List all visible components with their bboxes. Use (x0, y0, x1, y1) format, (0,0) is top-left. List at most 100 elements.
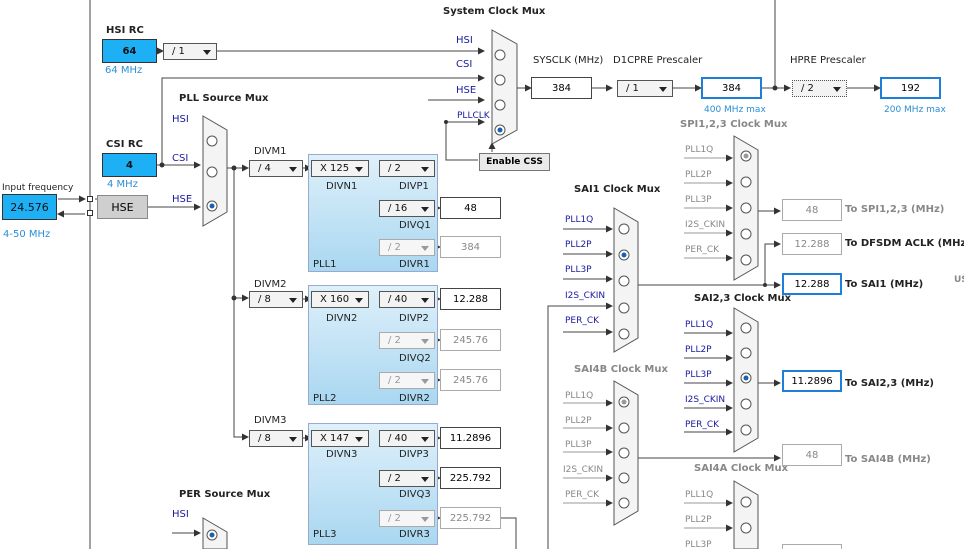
sai4a-clock-mux (733, 480, 759, 549)
sai4b-input-pll3p: PLL3P (565, 440, 592, 450)
divr2-output[interactable]: 245.76 (440, 369, 501, 391)
divq1-output[interactable]: 48 (440, 197, 501, 219)
sai1-input-pll2p: PLL2P (565, 240, 592, 250)
chevron-down-icon (833, 86, 841, 92)
sysmux-input-csi: CSI (456, 59, 473, 70)
sai1-input-pll1q: PLL1Q (565, 215, 594, 225)
pll1-name: PLL1 (313, 259, 337, 270)
divm3-select[interactable]: / 8 (249, 430, 303, 447)
sai4a-input-pll3p: PLL3P (685, 540, 712, 550)
chevron-down-icon (421, 166, 429, 172)
hsi-rc-value[interactable]: 64 (102, 39, 157, 63)
divn2-value: X 160 (320, 294, 350, 305)
spi-output-label: To SPI1,2,3 (MHz) (845, 204, 945, 215)
divm1-label: DIVM1 (254, 146, 287, 157)
spi-input-perck: PER_CK (685, 245, 720, 255)
divp2-select[interactable]: / 40 (379, 291, 435, 308)
divq3-select[interactable]: / 2 (379, 470, 435, 487)
d1cpre-select[interactable]: / 1 (617, 80, 673, 97)
hsi-divider-select[interactable]: / 1 (163, 43, 217, 60)
csi-rc-value[interactable]: 4 (102, 153, 157, 177)
sai4b-output-value[interactable]: 48 (782, 444, 842, 466)
d1cpre-max: 400 MHz max (704, 105, 766, 115)
sai4b-input-i2s: I2S_CKIN (563, 465, 604, 475)
chevron-down-icon (355, 436, 363, 442)
sai4b-input-perck: PER_CK (565, 490, 600, 500)
sai1-input-pll3p: PLL3P (565, 265, 592, 275)
divp2-value: / 40 (388, 294, 408, 305)
divp1-label: DIVP1 (399, 181, 429, 192)
spi-output-value[interactable]: 48 (782, 199, 842, 221)
spi-input-pll1q: PLL1Q (685, 145, 714, 155)
divp3-output[interactable]: 11.2896 (440, 427, 501, 449)
dfsdm-output-value[interactable]: 12.288 (782, 233, 842, 255)
divr3-output[interactable]: 225.792 (440, 507, 501, 529)
hse-oscillator[interactable]: HSE (97, 195, 148, 219)
divr3-value: / 2 (388, 513, 401, 524)
sysmux-input-hse: HSE (456, 85, 477, 96)
divm2-select[interactable]: / 8 (249, 291, 303, 308)
divr1-output[interactable]: 384 (440, 236, 501, 258)
sai4a-mux-title: SAI4A Clock Mux (694, 463, 789, 474)
sysmux-input-pllclk: PLLCLK (457, 111, 490, 121)
sysmux-input-hsi: HSI (456, 35, 473, 46)
divm3-label: DIVM3 (254, 415, 287, 426)
input-frequency-value[interactable]: 24.576 (2, 194, 57, 220)
pll3-name: PLL3 (313, 529, 337, 540)
divp2-output[interactable]: 12.288 (440, 288, 501, 310)
hpre-value: / 2 (801, 83, 814, 94)
divm2-value: / 8 (258, 294, 271, 305)
sai4a-output-value[interactable] (782, 544, 842, 549)
divq1-value: / 16 (388, 203, 408, 214)
csi-rc-freq: 4 MHz (107, 179, 138, 190)
divp3-select[interactable]: / 40 (379, 430, 435, 447)
clock-configuration-canvas: System Clock Mux HSI CSI HSE PLLCLK Enab… (0, 0, 964, 550)
sysclk-label: SYSCLK (MHz) (533, 55, 604, 66)
chevron-down-icon (421, 245, 429, 251)
d1cpre-output[interactable]: 384 (701, 77, 762, 99)
chevron-down-icon (659, 86, 667, 92)
divn2-label: DIVN2 (326, 313, 358, 324)
dfsdm-output-label: To DFSDM ACLK (MHz) (845, 238, 964, 249)
enable-css-button[interactable]: Enable CSS (479, 153, 550, 171)
hse-connector-bottom (87, 210, 93, 216)
sai4b-output-label: To SAI4B (MHz) (845, 454, 931, 465)
divr1-label: DIVR1 (399, 259, 430, 270)
system-clock-mux-title: System Clock Mux (443, 6, 546, 17)
spi-input-i2s: I2S_CKIN (685, 220, 726, 230)
chevron-down-icon (421, 436, 429, 442)
hpre-label: HPRE Prescaler (790, 55, 866, 66)
divq1-select[interactable]: / 16 (379, 200, 435, 217)
divr2-select[interactable]: / 2 (379, 372, 435, 389)
sai23-mux-title: SAI2,3 Clock Mux (694, 293, 792, 304)
divq1-label: DIVQ1 (399, 220, 431, 231)
divr1-select[interactable]: / 2 (379, 239, 435, 256)
divn3-label: DIVN3 (326, 449, 358, 460)
sai1-output-value[interactable]: 12.288 (782, 273, 842, 295)
sysclk-value[interactable]: 384 (531, 77, 592, 99)
divq2-label: DIVQ2 (399, 353, 431, 364)
divm1-select[interactable]: / 4 (249, 160, 303, 177)
divr1-value: / 2 (388, 242, 401, 253)
divq2-select[interactable]: / 2 (379, 332, 435, 349)
divq2-output[interactable]: 245.76 (440, 329, 501, 351)
chevron-down-icon (289, 297, 297, 303)
divm1-value: / 4 (258, 163, 271, 174)
divp2-label: DIVP2 (399, 313, 429, 324)
divq2-value: / 2 (388, 335, 401, 346)
pll2-name: PLL2 (313, 393, 337, 404)
divm3-value: / 8 (258, 433, 271, 444)
chevron-down-icon (421, 476, 429, 482)
hpre-select[interactable]: / 2 (792, 80, 847, 97)
divn3-select[interactable]: X 147 (311, 430, 369, 447)
hpre-output[interactable]: 192 (880, 77, 941, 99)
sai23-output-value[interactable]: 11.2896 (782, 370, 842, 392)
divn2-select[interactable]: X 160 (311, 291, 369, 308)
divn1-select[interactable]: X 125 (311, 160, 369, 177)
divr3-select[interactable]: / 2 (379, 510, 435, 527)
sai1-input-i2s: I2S_CKIN (565, 291, 606, 301)
sai23-input-i2s: I2S_CKIN (685, 395, 726, 405)
sai23-input-pll2p: PLL2P (685, 345, 712, 355)
divp1-select[interactable]: / 2 (379, 160, 435, 177)
divq3-output[interactable]: 225.792 (440, 467, 501, 489)
